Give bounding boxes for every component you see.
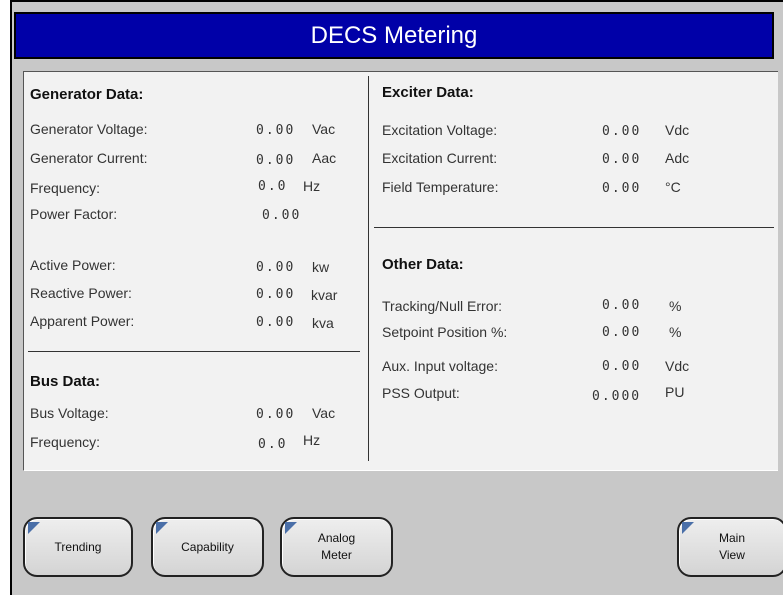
apparent-power-label: Apparent Power: [30, 313, 135, 329]
trending-button-label: Trending [54, 539, 102, 554]
generator-current-value: 0.00 [256, 153, 296, 168]
setpoint-position-unit: % [669, 324, 682, 340]
reactive-power-label: Reactive Power: [30, 285, 132, 301]
generator-bus-divider [28, 351, 360, 352]
setpoint-position-value: 0.00 [602, 325, 642, 340]
setpoint-position-label: Setpoint Position %: [382, 324, 508, 340]
tracking-null-error-unit: % [669, 298, 682, 314]
column-divider [368, 76, 369, 461]
exciter-other-divider [374, 227, 774, 228]
field-temperature-unit: °C [665, 179, 681, 195]
tracking-null-error-label: Tracking/Null Error: [382, 298, 503, 314]
tracking-null-error-value: 0.00 [602, 298, 642, 313]
button-corner-icon [28, 522, 40, 534]
bus-frequency-value: 0.0 [258, 437, 288, 452]
reactive-power-value: 0.00 [256, 287, 296, 302]
trending-button[interactable]: Trending [23, 517, 133, 577]
button-corner-icon [682, 522, 694, 534]
pss-output-label: PSS Output: [382, 385, 460, 401]
generator-data-header: Generator Data: [30, 86, 144, 103]
bus-voltage-value: 0.00 [256, 407, 296, 422]
active-power-unit: kw [312, 259, 330, 275]
page-title: DECS Metering [14, 12, 774, 59]
apparent-power-value: 0.00 [256, 315, 296, 330]
bus-frequency-label: Frequency: [30, 434, 101, 450]
field-temperature-value: 0.00 [602, 181, 642, 196]
generator-current-label: Generator Current: [30, 150, 148, 166]
bus-voltage-unit: Vac [312, 405, 336, 421]
analog-meter-button-label: Analog Meter [317, 531, 356, 562]
capability-button-label: Capability [181, 539, 234, 554]
generator-voltage-value: 0.00 [256, 123, 296, 138]
excitation-voltage-value: 0.00 [602, 124, 642, 139]
analog-meter-button[interactable]: Analog Meter [280, 517, 393, 577]
pss-output-value: 0.000 [592, 389, 642, 404]
bus-frequency-unit: Hz [303, 432, 321, 448]
apparent-power-unit: kva [312, 315, 334, 331]
capability-button[interactable]: Capability [151, 517, 264, 577]
generator-voltage-unit: Vac [312, 121, 336, 137]
excitation-current-label: Excitation Current: [382, 150, 498, 166]
excitation-current-value: 0.00 [602, 152, 642, 167]
field-temperature-label: Field Temperature: [382, 179, 499, 195]
generator-voltage-label: Generator Voltage: [30, 121, 148, 137]
exciter-data-header: Exciter Data: [382, 84, 474, 101]
button-corner-icon [285, 522, 297, 534]
bus-voltage-label: Bus Voltage: [30, 405, 109, 421]
excitation-current-unit: Adc [665, 150, 690, 166]
active-power-value: 0.00 [256, 260, 296, 275]
excitation-voltage-unit: Vdc [665, 122, 690, 138]
generator-frequency-value: 0.0 [258, 179, 288, 194]
power-factor-label: Power Factor: [30, 206, 118, 222]
generator-frequency-label: Frequency: [30, 180, 101, 196]
aux-input-voltage-value: 0.00 [602, 359, 642, 374]
main-view-button[interactable]: Main View [677, 517, 783, 577]
pss-output-unit: PU [665, 384, 685, 400]
generator-current-unit: Aac [312, 150, 337, 166]
reactive-power-unit: kvar [311, 287, 338, 303]
excitation-voltage-label: Excitation Voltage: [382, 122, 498, 138]
bus-data-header: Bus Data: [30, 373, 101, 390]
power-factor-value: 0.00 [262, 208, 302, 223]
aux-input-voltage-label: Aux. Input voltage: [382, 358, 498, 374]
aux-input-voltage-unit: Vdc [665, 358, 690, 374]
active-power-label: Active Power: [30, 257, 116, 273]
button-corner-icon [156, 522, 168, 534]
main-view-button-label: Main View [718, 531, 745, 562]
other-data-header: Other Data: [382, 256, 464, 273]
generator-frequency-unit: Hz [303, 178, 321, 194]
